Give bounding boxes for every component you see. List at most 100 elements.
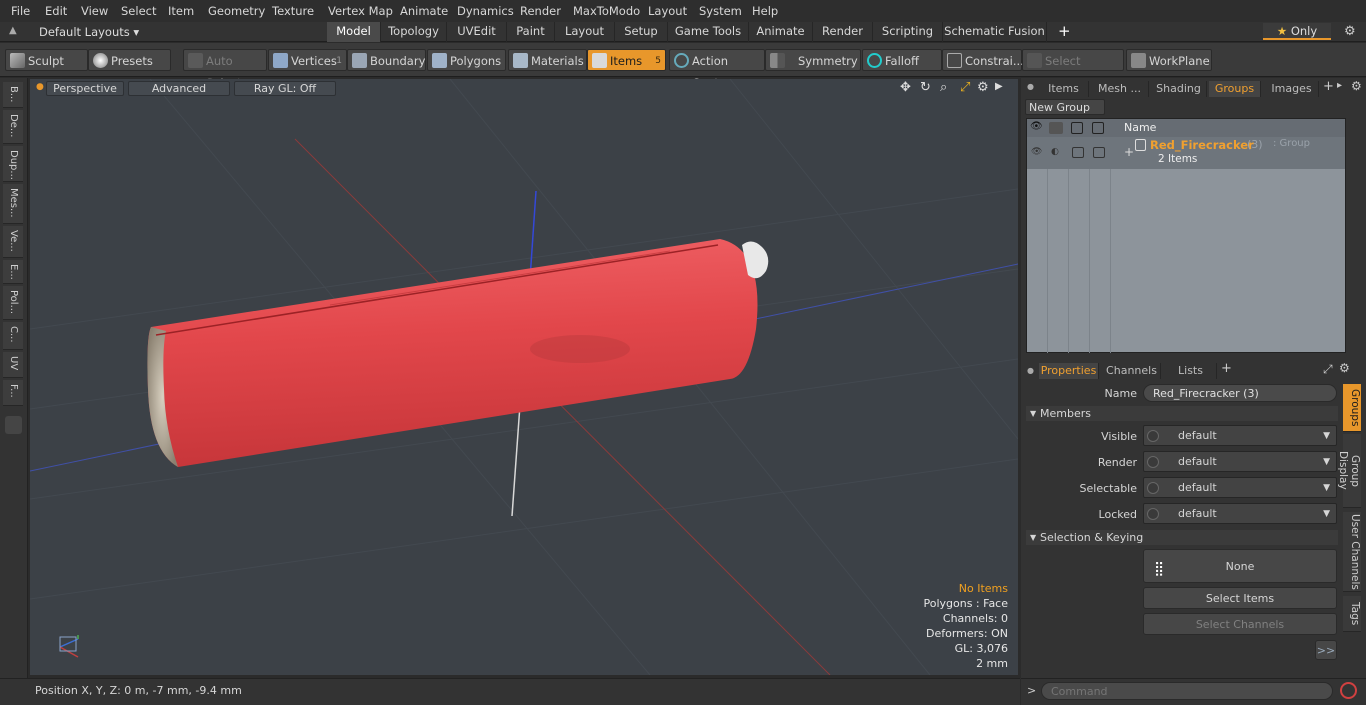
- tab-paint[interactable]: Paint: [507, 22, 555, 42]
- side-tab-group-display[interactable]: Group Display: [1337, 434, 1361, 508]
- lock-column-icon[interactable]: [1071, 122, 1083, 134]
- props-expand-icon[interactable]: ⤢: [1323, 362, 1333, 377]
- new-group-button[interactable]: New Group: [1025, 99, 1105, 115]
- viewport-gear-icon[interactable]: ⚙: [977, 80, 989, 95]
- select-column-icon[interactable]: [1092, 122, 1104, 134]
- tab-channels[interactable]: Channels: [1103, 363, 1161, 379]
- menu-dynamics[interactable]: Dynamics: [457, 4, 514, 18]
- left-strip-toggle-button[interactable]: [5, 416, 22, 434]
- tab-topology[interactable]: Topology: [381, 22, 447, 42]
- visible-dropdown[interactable]: default ▼: [1143, 425, 1337, 446]
- panel-gear-icon[interactable]: ⚙: [1351, 79, 1362, 93]
- menu-system[interactable]: System: [699, 4, 742, 18]
- workplane-button[interactable]: WorkPlane: [1126, 49, 1212, 71]
- tab-schematic-fusion[interactable]: Schematic Fusion: [943, 22, 1047, 42]
- left-tab-basic[interactable]: B...: [3, 82, 23, 108]
- group-name[interactable]: Red_Firecracker: [1150, 138, 1254, 152]
- tab-render[interactable]: Render: [813, 22, 873, 42]
- tab-scripting[interactable]: Scripting: [873, 22, 943, 42]
- raygl-button[interactable]: Ray GL: Off: [234, 81, 336, 96]
- selection-keying-header[interactable]: ▼ Selection & Keying: [1026, 530, 1338, 545]
- selectable-dropdown[interactable]: default ▼: [1143, 477, 1337, 498]
- render-toggle-icon[interactable]: ◐: [1051, 147, 1059, 157]
- tab-model[interactable]: Model: [327, 22, 381, 42]
- move-view-icon[interactable]: ✥: [900, 80, 911, 95]
- menu-item[interactable]: Item: [168, 4, 194, 18]
- menu-geometry[interactable]: Geometry: [208, 4, 265, 18]
- falloff-button[interactable]: Falloff: [862, 49, 942, 71]
- maximize-view-icon[interactable]: ⤢: [960, 80, 970, 95]
- rotate-view-icon[interactable]: ↻: [920, 80, 931, 95]
- group-row[interactable]: 👁 ◐ + Red_Firecracker (3) : Group 2 Item…: [1027, 137, 1345, 169]
- more-button[interactable]: >>: [1315, 640, 1337, 660]
- tab-shading[interactable]: Shading: [1151, 81, 1207, 97]
- tab-setup[interactable]: Setup: [615, 22, 668, 42]
- add-tab-button[interactable]: +: [1058, 22, 1071, 40]
- symmetry-button[interactable]: Symmetry: [765, 49, 861, 71]
- viewport-arrow-icon[interactable]: ▶: [995, 81, 1003, 92]
- record-icon[interactable]: [1340, 682, 1357, 699]
- auto-select-button[interactable]: Auto Select: [183, 49, 267, 90]
- left-tab-fusion[interactable]: F...: [3, 380, 23, 406]
- only-toggle[interactable]: ★ Only: [1263, 23, 1331, 40]
- eye-column-icon[interactable]: 👁: [1030, 121, 1044, 134]
- add-panel-tab-icon[interactable]: +: [1323, 79, 1334, 94]
- sculpt-button[interactable]: Sculpt: [5, 49, 88, 71]
- gear-icon[interactable]: ⚙: [1344, 24, 1356, 39]
- tab-game-tools[interactable]: Game Tools: [668, 22, 749, 42]
- materials-button[interactable]: Materials: [508, 49, 587, 71]
- menu-file[interactable]: File: [11, 4, 30, 18]
- tab-layout[interactable]: Layout: [555, 22, 615, 42]
- left-tab-uv[interactable]: UV: [3, 352, 23, 378]
- select-through-button[interactable]: Select Through: [1022, 49, 1124, 90]
- render-dropdown[interactable]: default ▼: [1143, 451, 1337, 472]
- tab-groups[interactable]: Groups: [1209, 81, 1261, 97]
- tab-mesh[interactable]: Mesh ...: [1091, 81, 1149, 97]
- select-toggle[interactable]: [1093, 147, 1105, 158]
- left-tab-polygon[interactable]: Pol...: [3, 286, 23, 320]
- polygons-button[interactable]: Polygons: [427, 49, 506, 71]
- side-tab-user-channels[interactable]: User Channels: [1343, 512, 1361, 592]
- menu-select[interactable]: Select: [121, 4, 156, 18]
- command-input[interactable]: [1041, 682, 1333, 700]
- menu-texture[interactable]: Texture: [272, 4, 314, 18]
- props-menu-dot-icon[interactable]: ●: [1027, 366, 1034, 375]
- side-tab-groups[interactable]: Groups: [1343, 384, 1361, 432]
- menu-animate[interactable]: Animate: [400, 4, 448, 18]
- menu-vertex-map[interactable]: Vertex Map: [328, 4, 393, 18]
- vertices-button[interactable]: Vertices 1: [268, 49, 347, 71]
- menu-render[interactable]: Render: [520, 4, 561, 18]
- tab-lists[interactable]: Lists: [1165, 363, 1217, 379]
- constrain-button[interactable]: Constrai...: [942, 49, 1024, 71]
- panel-menu-dot-icon[interactable]: ●: [1027, 82, 1034, 91]
- left-tab-edge[interactable]: E...: [3, 260, 23, 284]
- action-center-button[interactable]: Action Center: [669, 49, 765, 90]
- advanced-shading-button[interactable]: Advanced: [128, 81, 230, 96]
- menu-view[interactable]: View: [81, 4, 108, 18]
- tab-properties[interactable]: Properties: [1039, 363, 1099, 379]
- tab-items[interactable]: Items: [1039, 81, 1089, 97]
- name-field[interactable]: Red_Firecracker (3): [1143, 384, 1337, 402]
- select-items-button[interactable]: Select Items: [1143, 587, 1337, 609]
- boundary-button[interactable]: Boundary: [347, 49, 426, 71]
- left-tab-curve[interactable]: C...: [3, 322, 23, 350]
- left-tab-deform[interactable]: De...: [3, 110, 23, 144]
- expand-icon[interactable]: +: [1124, 145, 1134, 159]
- render-column-icon[interactable]: [1049, 122, 1063, 134]
- collapse-arrow-icon[interactable]: ▲: [9, 25, 17, 36]
- menu-edit[interactable]: Edit: [45, 4, 67, 18]
- left-tab-mesh[interactable]: Mes...: [3, 184, 23, 224]
- none-keying-button[interactable]: ⣿ None: [1143, 549, 1337, 583]
- more-tabs-icon[interactable]: ▸: [1337, 80, 1342, 91]
- visibility-toggle-icon[interactable]: 👁: [1031, 147, 1042, 157]
- viewport-menu-dot-icon[interactable]: ●: [36, 82, 44, 92]
- add-props-tab-icon[interactable]: +: [1221, 361, 1232, 376]
- locked-dropdown[interactable]: default ▼: [1143, 503, 1337, 524]
- items-button[interactable]: Items 5: [587, 49, 666, 71]
- tab-uvedit[interactable]: UVEdit: [447, 22, 507, 42]
- lock-toggle[interactable]: [1072, 147, 1084, 158]
- presets-button[interactable]: Presets: [88, 49, 171, 71]
- zoom-view-icon[interactable]: ⌕: [940, 80, 947, 95]
- firecracker-model[interactable]: [147, 239, 769, 467]
- left-tab-duplicate[interactable]: Dup...: [3, 146, 23, 182]
